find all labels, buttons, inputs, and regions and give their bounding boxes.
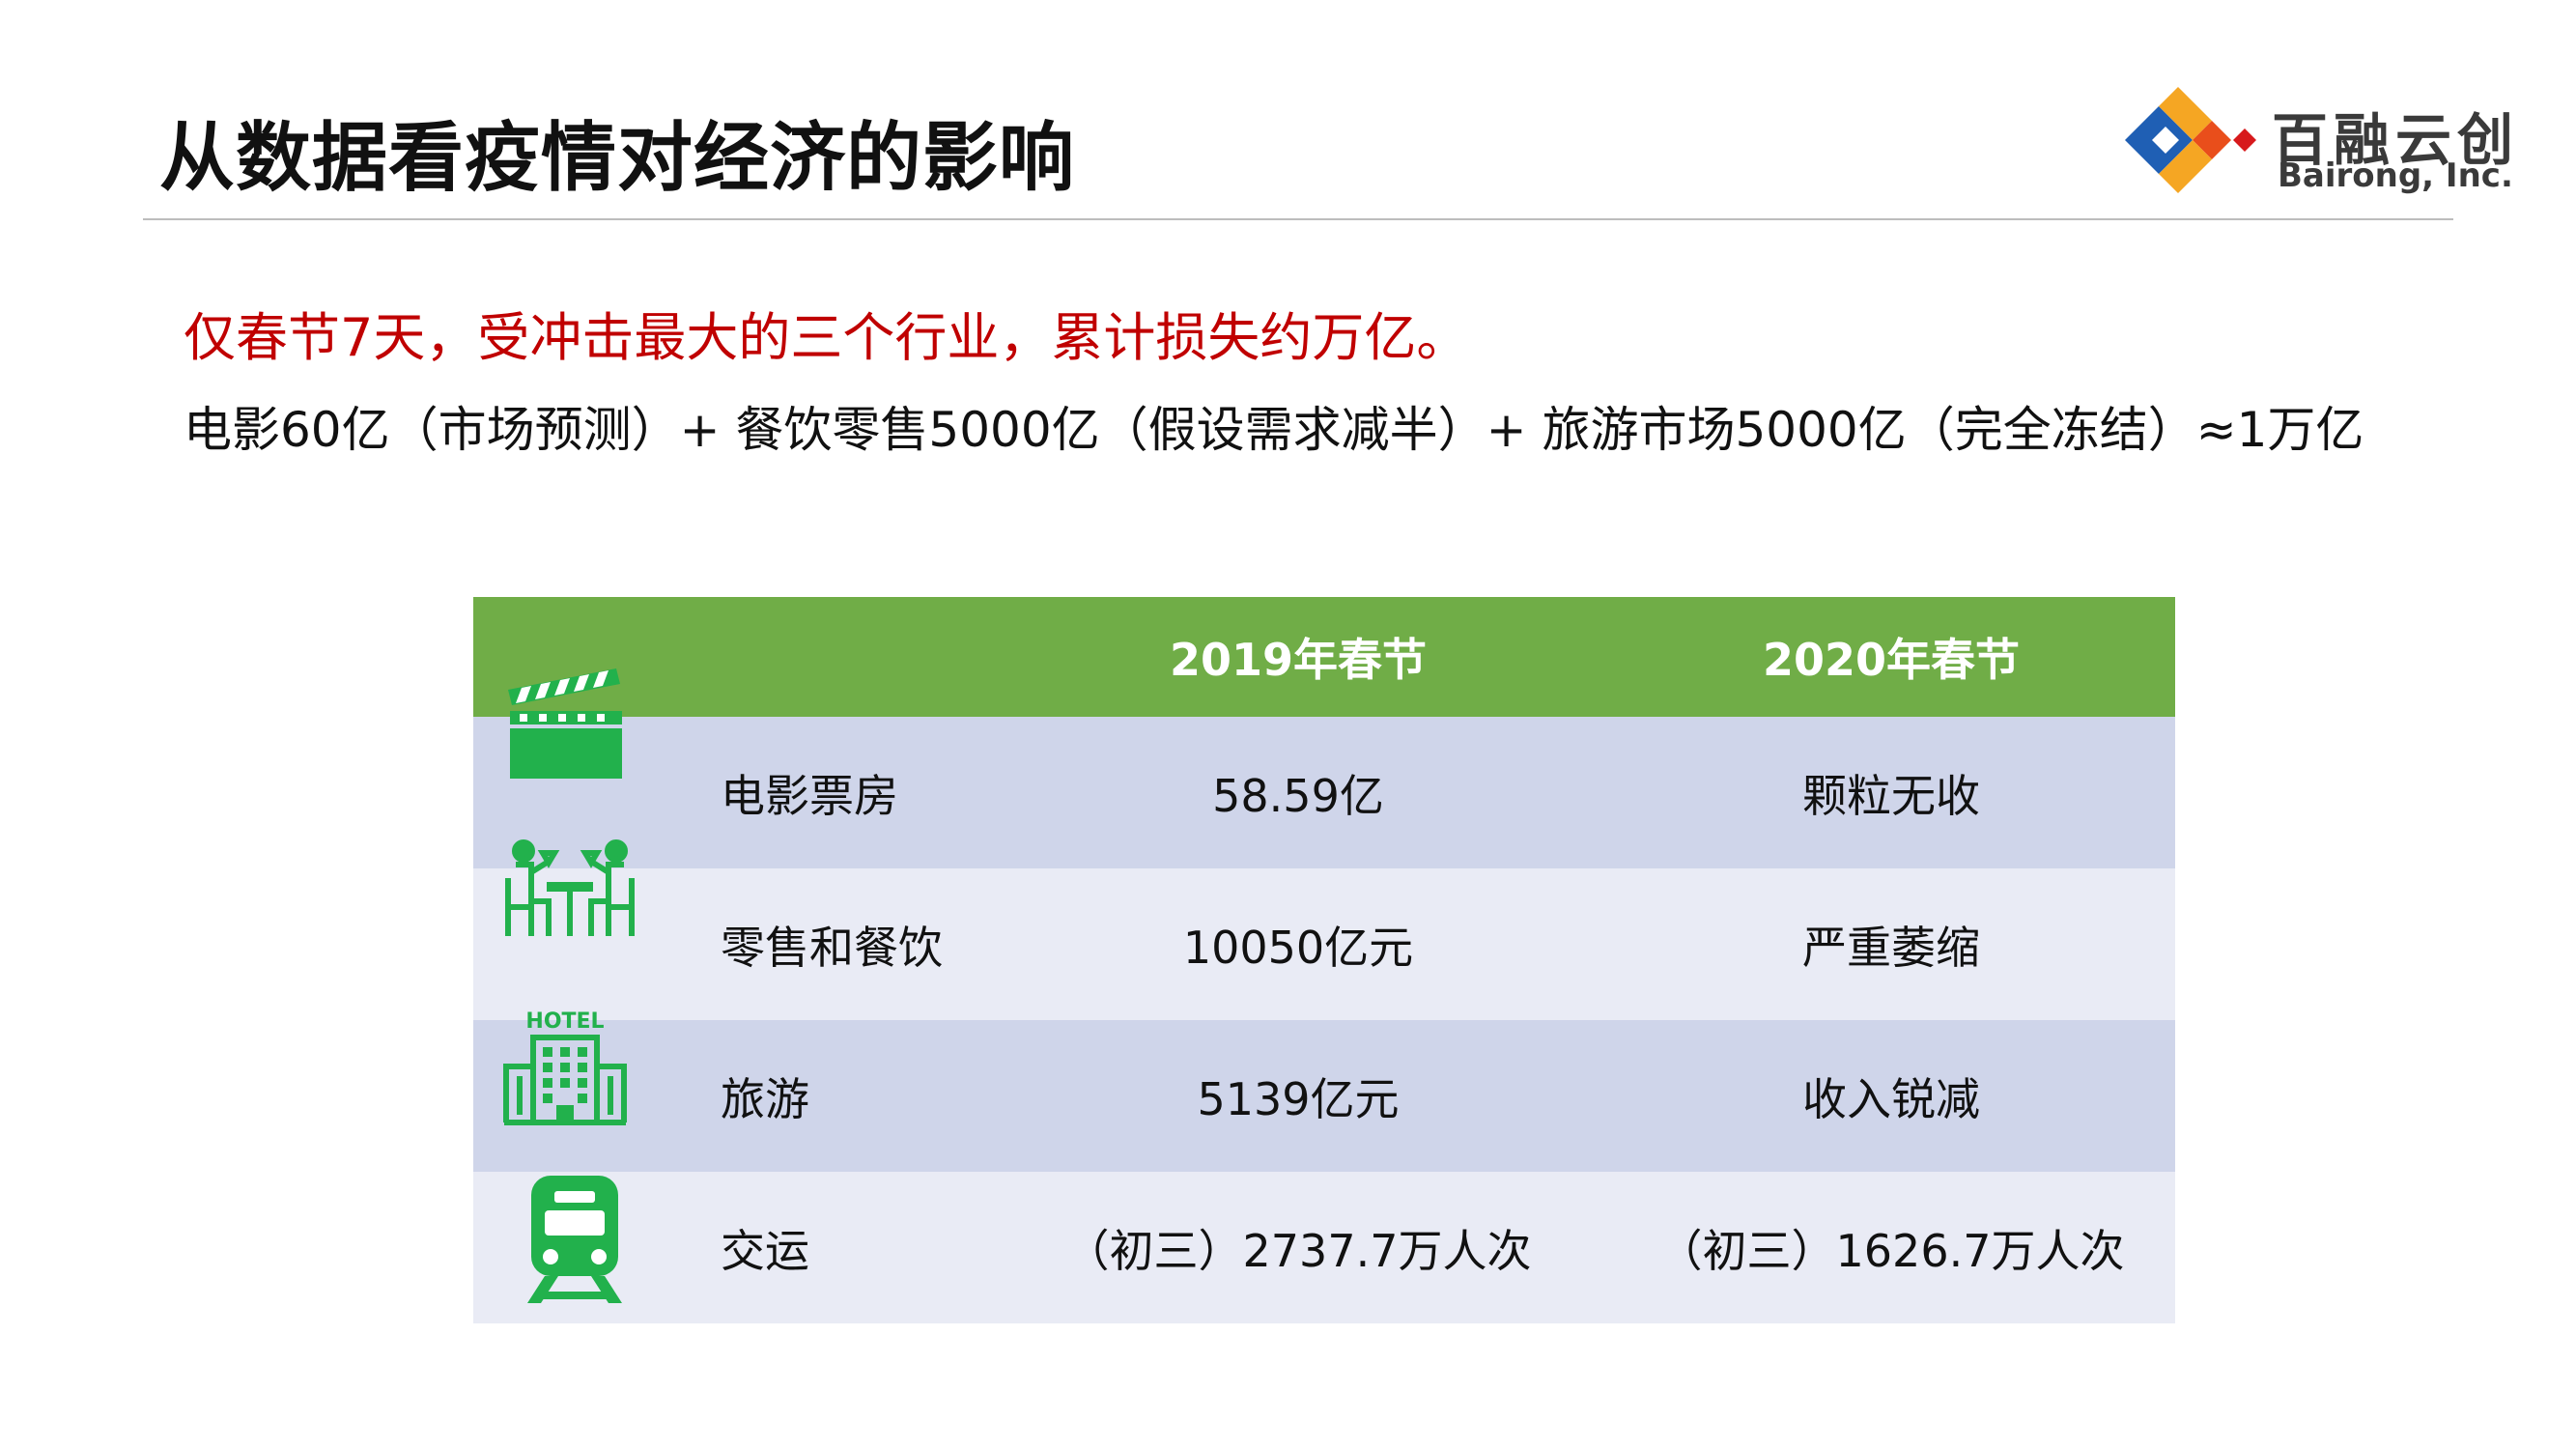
svg-text:HOTEL: HOTEL	[525, 1009, 604, 1034]
row-value-2020: （初三）1626.7万人次	[1657, 1224, 2125, 1277]
header-2019: 2019年春节	[1169, 634, 1428, 686]
header-2020: 2020年春节	[1762, 634, 2021, 686]
table-row: 电影票房 58.59亿 颗粒无收	[473, 668, 2175, 868]
row-value-2020: 严重萎缩	[1802, 921, 1980, 974]
headline: 仅春节7天，受冲击最大的三个行业，累计损失约万亿。	[184, 307, 1469, 368]
table-row: 零售和餐饮 10050亿元 严重萎缩	[473, 839, 2175, 1020]
row-category: 电影票房	[721, 769, 898, 822]
train-icon	[527, 1176, 622, 1303]
row-value-2019: （初三）2737.7万人次	[1064, 1224, 1532, 1277]
dining-icon	[505, 839, 635, 936]
comparison-table: 2019年春节 2020年春节 电影票房 58.59亿 颗粒无收 零售和餐饮 1…	[473, 597, 2175, 1323]
table-header-row: 2019年春节 2020年春节	[473, 597, 2175, 717]
row-value-2020: 颗粒无收	[1802, 769, 1980, 822]
row-category: 零售和餐饮	[721, 921, 943, 974]
row-category: 交运	[721, 1224, 809, 1277]
row-value-2019: 58.59亿	[1212, 769, 1384, 822]
page-title: 从数据看疫情对经济的影响	[159, 115, 1076, 202]
row-value-2019: 5139亿元	[1197, 1072, 1400, 1125]
table-row: HOTEL 旅游 5139亿元 收入锐减	[473, 1009, 2175, 1172]
row-value-2020: 收入锐减	[1802, 1072, 1980, 1125]
clapperboard-icon	[508, 668, 622, 779]
title-divider	[143, 218, 2453, 220]
company-logo: 百融云创 Bairong, Inc.	[2106, 87, 2531, 203]
logo-name-en: Bairong, Inc.	[2278, 156, 2513, 195]
loss-formula: 电影60亿（市场预测）+ 餐饮零售5000亿（假设需求减半）+ 旅游市场5000…	[184, 402, 2364, 458]
header-category	[721, 597, 1107, 717]
table-row: 交运 （初三）2737.7万人次 （初三）1626.7万人次	[473, 1172, 2175, 1323]
row-value-2019: 10050亿元	[1182, 921, 1414, 974]
hotel-icon: HOTEL	[503, 1009, 627, 1125]
logo-mark-icon	[2125, 87, 2256, 193]
row-category: 旅游	[721, 1072, 809, 1125]
